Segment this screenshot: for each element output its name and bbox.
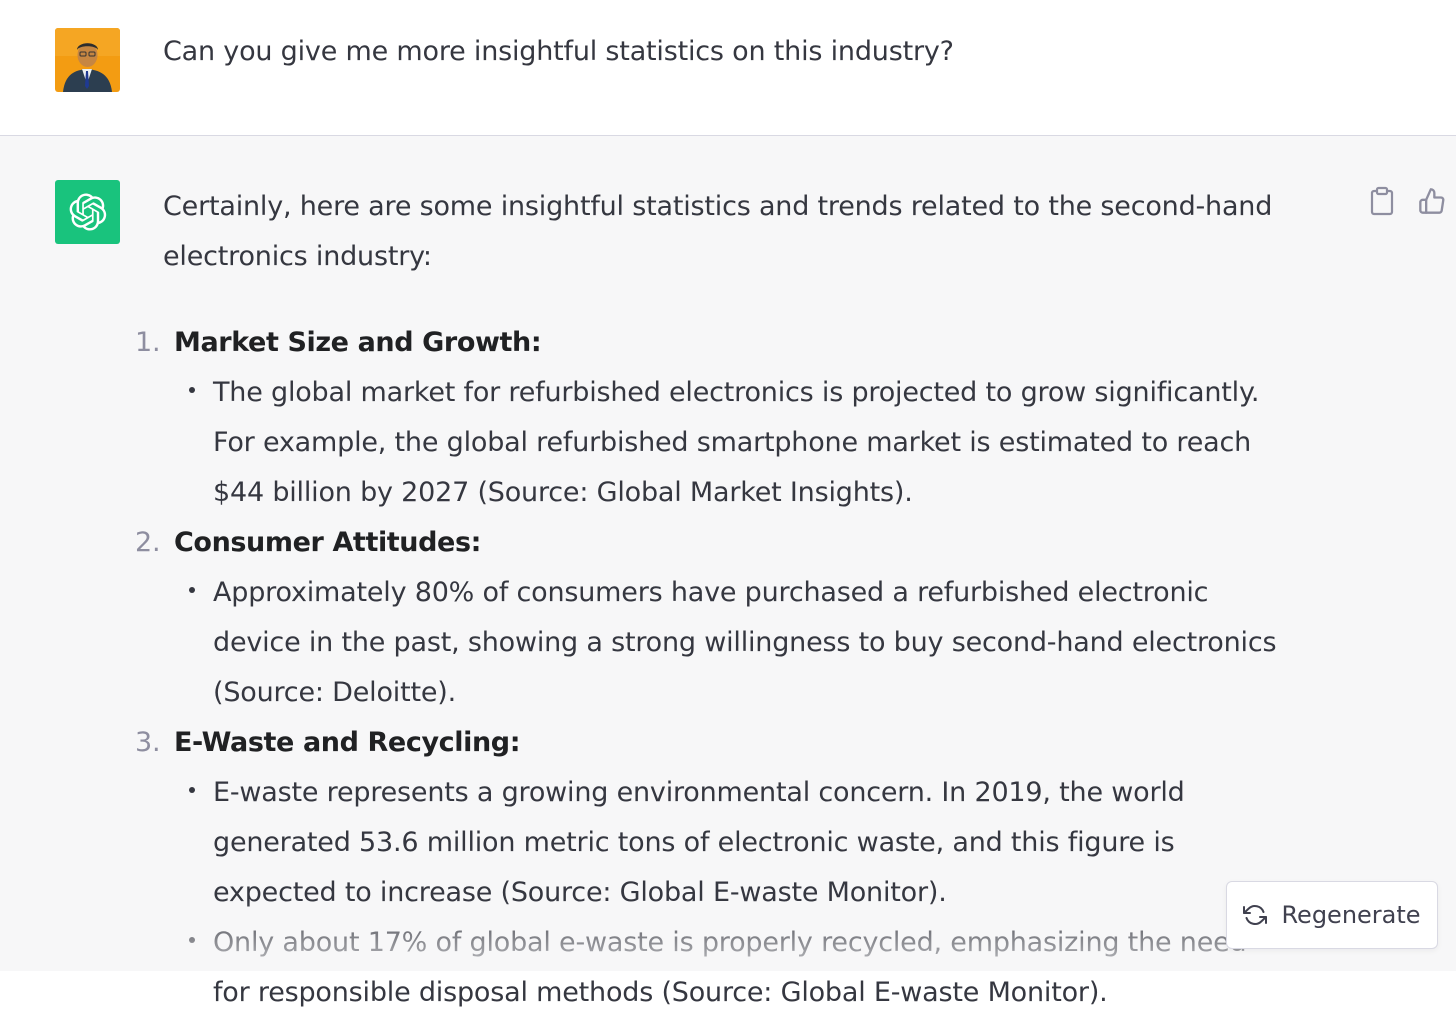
section-title: E-Waste and Recycling: (174, 727, 521, 758)
bullet-text: Only about 17% of global e-waste is prop… (213, 927, 1247, 1008)
user-avatar (55, 28, 120, 92)
section-title: Consumer Attitudes: (174, 527, 482, 558)
section-heading: 1. Market Size and Growth: (135, 318, 1333, 368)
bullet-dot (189, 937, 195, 943)
list-item: 3. E-Waste and Recycling: E-waste repres… (135, 718, 1333, 1018)
message-actions (1368, 186, 1446, 216)
list-number: 1. (135, 327, 161, 358)
copy-button[interactable] (1368, 186, 1396, 216)
bullet-dot (189, 387, 195, 393)
section-heading: 2. Consumer Attitudes: (135, 518, 1333, 568)
assistant-avatar (55, 180, 120, 244)
bullet-text: E-waste represents a growing environment… (213, 777, 1185, 908)
list-number: 3. (135, 727, 161, 758)
bullet-item: Approximately 80% of consumers have purc… (163, 568, 1278, 718)
user-message-row: Can you give me more insightful statisti… (0, 0, 1456, 136)
bullet-item: The global market for refurbished electr… (163, 368, 1278, 518)
bullet-text: Approximately 80% of consumers have purc… (213, 577, 1277, 708)
section-heading: 3. E-Waste and Recycling: (135, 718, 1333, 768)
list-item: 2. Consumer Attitudes: Approximately 80%… (135, 518, 1333, 718)
refresh-icon (1243, 905, 1268, 925)
assistant-message-row: Certainly, here are some insightful stat… (0, 136, 1456, 1008)
openai-logo-icon (69, 193, 106, 231)
thumbs-up-button[interactable] (1418, 186, 1446, 216)
thumbs-up-icon (1419, 188, 1445, 214)
regenerate-label: Regenerate (1281, 901, 1421, 929)
bullet-item: Only about 17% of global e-waste is prop… (163, 918, 1278, 1018)
clipboard-icon (1370, 186, 1394, 216)
regenerate-button[interactable]: Regenerate (1226, 881, 1438, 949)
list-item: 1. Market Size and Growth: The global ma… (135, 318, 1333, 518)
assistant-message-content: Certainly, here are some insightful stat… (135, 182, 1333, 1018)
user-message-text: Can you give me more insightful statisti… (163, 36, 954, 67)
assistant-intro-text: Certainly, here are some insightful stat… (163, 191, 1273, 272)
section-title: Market Size and Growth: (174, 327, 542, 358)
bullet-item: E-waste represents a growing environment… (163, 768, 1278, 918)
list-number: 2. (135, 527, 161, 558)
bullet-dot (189, 787, 195, 793)
bullet-text: The global market for refurbished electr… (213, 377, 1260, 508)
bullet-dot (189, 587, 195, 593)
